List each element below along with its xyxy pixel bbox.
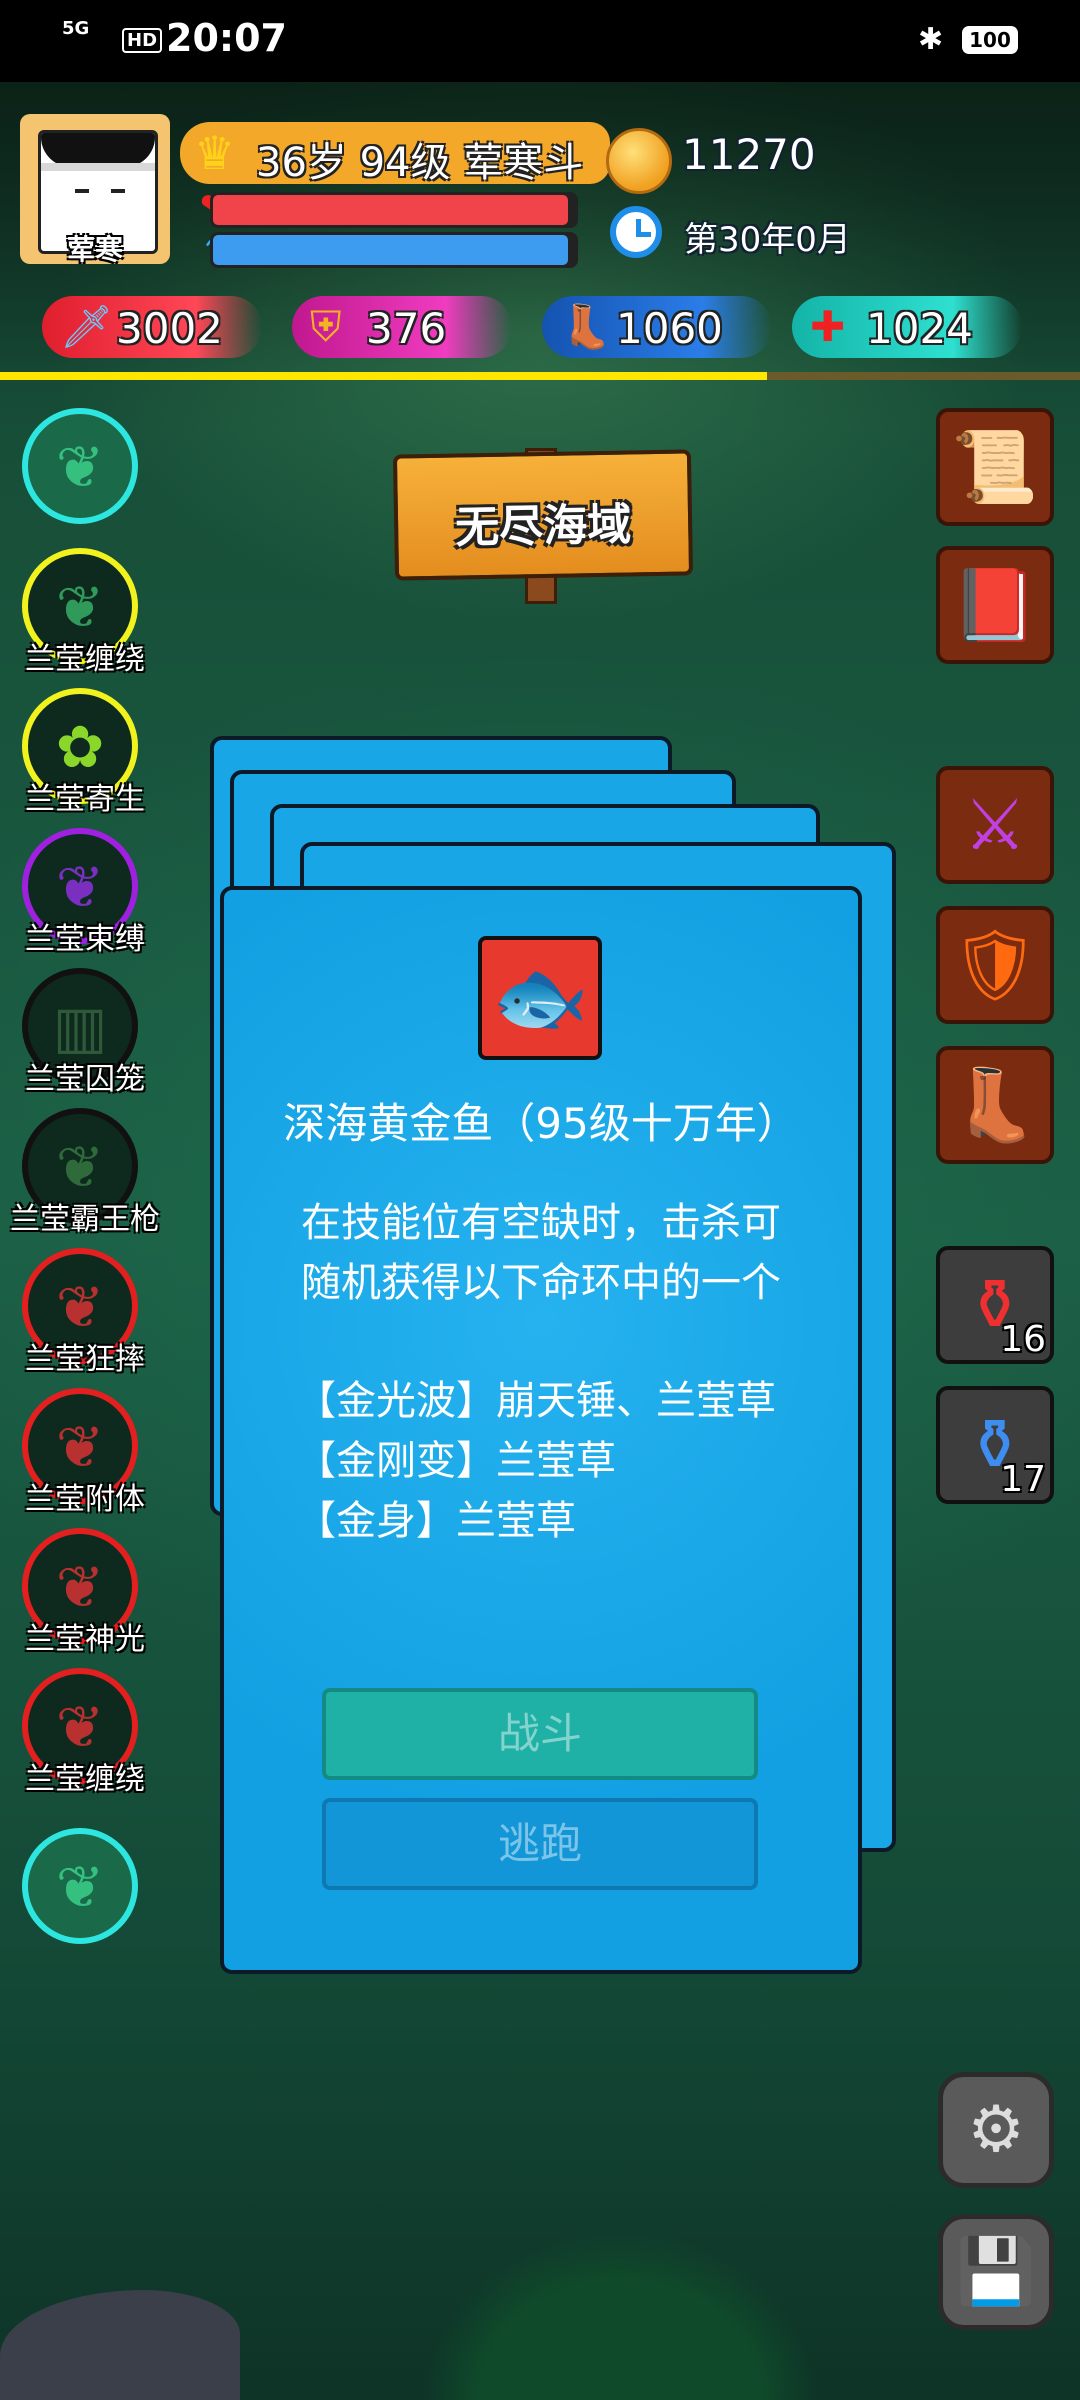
gear-icon: ⚙ <box>967 2093 1025 2167</box>
slam-icon: ❦ <box>55 1273 105 1341</box>
light-icon: ❦ <box>55 1553 105 1621</box>
skill-label-3: 兰莹寄生 <box>25 782 145 817</box>
reward-ring-1: 【金光波】崩天锤、兰莹草 <box>296 1378 776 1424</box>
skill-label-6: 兰莹霸王枪 <box>10 1202 160 1237</box>
book-button[interactable]: 📕 <box>936 546 1054 664</box>
game-date: 第30年0月 <box>684 220 851 260</box>
weapon-slot[interactable]: ⚔ <box>936 766 1054 884</box>
attack-value: 3002 <box>116 304 223 353</box>
skill-slot-1[interactable]: ❦ <box>22 408 138 524</box>
status-bar: 5G HD 20:07 ✱ 100 <box>0 0 1080 82</box>
boots-icon: 👢 <box>951 1064 1039 1146</box>
leaf-icon: ❦ <box>55 433 105 501</box>
network-indicator: 5G <box>62 18 90 39</box>
exp-bar-fill <box>0 372 767 380</box>
possess-icon: ❦ <box>55 1413 105 1481</box>
save-button[interactable]: 💾 <box>938 2214 1054 2330</box>
red-potion-slot[interactable]: ⚱ 16 <box>936 1246 1054 1364</box>
coin-icon <box>606 128 672 194</box>
skill-label-8: 兰莹附体 <box>25 1482 145 1517</box>
monster-portrait: 🐟 <box>478 936 602 1060</box>
map-scroll-icon: 📜 <box>951 426 1039 508</box>
health-stat: ✚ 1024 <box>792 296 1022 358</box>
defense-stat: ⛨ 376 <box>292 296 512 358</box>
avatar-name: 荤寒 <box>66 233 123 266</box>
fight-button[interactable]: 战斗 <box>322 1688 758 1780</box>
skill-label-2: 兰莹缠绕 <box>25 642 145 677</box>
battery-level: 100 <box>962 26 1018 54</box>
hp-bar <box>210 192 578 228</box>
sword-stat-icon: 🗡 <box>60 302 114 351</box>
fish-icon: 🐟 <box>491 953 589 1043</box>
armor-slot[interactable]: 🛡 <box>936 906 1054 1024</box>
book-icon: 📕 <box>951 564 1039 646</box>
sword-icon: ⚔ <box>963 784 1027 866</box>
player-avatar[interactable]: 荤寒 <box>20 114 170 266</box>
bind-icon: ❦ <box>55 853 105 921</box>
shield-icon: ⛨ <box>310 302 342 351</box>
flee-button[interactable]: 逃跑 <box>322 1798 758 1890</box>
hp-bar-fill <box>213 195 568 225</box>
location-sign: 无尽海域 <box>392 449 694 581</box>
cage-icon: ▥ <box>52 993 108 1061</box>
crown-icon: ♛ <box>194 126 236 180</box>
clock-icon <box>610 206 662 258</box>
skill-label-5: 兰莹囚笼 <box>25 1062 145 1097</box>
vine-icon: ❦ <box>55 573 105 641</box>
mp-bar-fill <box>213 235 568 265</box>
settings-button[interactable]: ⚙ <box>938 2072 1054 2188</box>
skill-label-7: 兰莹狂摔 <box>25 1342 145 1377</box>
player-level-text: 36岁 94级 荤寒斗 <box>256 140 584 186</box>
encounter-description-line1: 在技能位有空缺时，击杀可 <box>301 1200 781 1246</box>
seed-icon: ✿ <box>55 713 105 781</box>
save-icon: 💾 <box>956 2235 1036 2309</box>
bluetooth-icon: ✱ <box>918 22 944 57</box>
hd-badge: HD <box>122 28 163 53</box>
skill-slot-11[interactable]: ❦ <box>22 1828 138 1944</box>
attack-stat: 🗡 3002 <box>42 296 262 358</box>
vine-decoration <box>420 2230 820 2400</box>
speed-value: 1060 <box>616 304 723 353</box>
leaf-hammer-icon: ❦ <box>55 1853 105 1921</box>
mp-bar <box>210 232 578 268</box>
encounter-description-line2: 随机获得以下命环中的一个 <box>301 1260 781 1306</box>
health-cross-icon: ✚ <box>810 302 846 351</box>
blue-potion-count: 17 <box>1000 1459 1046 1500</box>
health-value: 1024 <box>866 304 973 353</box>
reward-ring-2: 【金刚变】兰莹草 <box>296 1438 616 1484</box>
vine-icon: ❦ <box>55 1693 105 1761</box>
skill-label-10: 兰莹缠绕 <box>25 1762 145 1797</box>
boot-icon: 👢 <box>560 302 613 351</box>
exp-bar <box>0 372 1080 380</box>
defense-value: 376 <box>366 304 447 353</box>
red-potion-count: 16 <box>1000 1319 1046 1360</box>
level-banner: ♛ 36岁 94级 荤寒斗 <box>180 122 610 186</box>
skill-label-4: 兰莹束缚 <box>25 922 145 957</box>
coin-count: 11270 <box>682 130 816 179</box>
reward-ring-3: 【金身】兰莹草 <box>296 1498 576 1544</box>
skill-label-9: 兰莹神光 <box>25 1622 145 1657</box>
clock-time: 20:07 <box>166 16 287 60</box>
location-name: 无尽海域 <box>454 499 632 554</box>
map-button[interactable]: 📜 <box>936 408 1054 526</box>
monster-name: 深海黄金鱼（95级十万年） <box>283 1099 799 1148</box>
spear-icon: ❦ <box>55 1133 105 1201</box>
armor-icon: 🛡 <box>950 924 1040 1006</box>
blue-potion-slot[interactable]: ⚱ 17 <box>936 1386 1054 1504</box>
boots-slot[interactable]: 👢 <box>936 1046 1054 1164</box>
speed-stat: 👢 1060 <box>542 296 772 358</box>
